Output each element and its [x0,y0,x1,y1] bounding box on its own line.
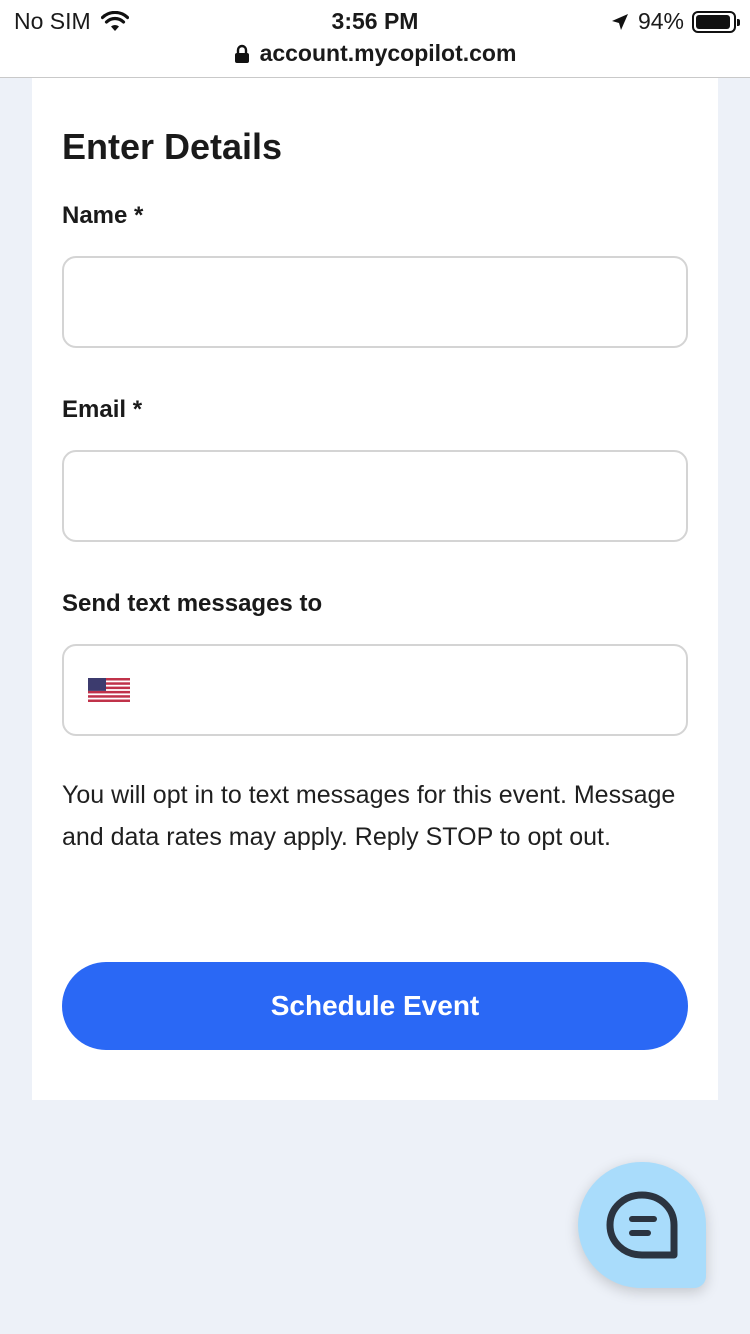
us-flag-icon[interactable] [88,678,130,702]
chat-icon [606,1191,678,1259]
name-field[interactable] [62,256,688,348]
email-field[interactable] [62,450,688,542]
battery-percent: 94% [637,8,684,34]
chat-launcher-button[interactable] [578,1162,706,1288]
lock-icon [234,44,249,63]
battery-icon [692,10,740,33]
page-title: Enter Details [62,126,283,167]
status-right: 94% [610,8,740,35]
location-arrow-icon [611,13,628,30]
url-text: account.mycopilot.com [259,40,517,66]
battery-fill [696,14,730,29]
details-card: Enter Details Name * Email * Send text m… [32,78,718,1100]
browser-status-bar: No SIM 3:56 PM 94% account.mycopilot.com [0,0,750,78]
phone-label: Send text messages to [62,590,323,617]
sms-opt-in-notice: You will opt in to text messages for thi… [62,781,676,851]
phone-field[interactable] [62,644,688,736]
email-label: Email * [62,396,143,423]
schedule-event-button[interactable]: Schedule Event [62,962,688,1050]
name-label: Name * [62,202,144,229]
address-bar[interactable]: account.mycopilot.com [0,40,750,67]
